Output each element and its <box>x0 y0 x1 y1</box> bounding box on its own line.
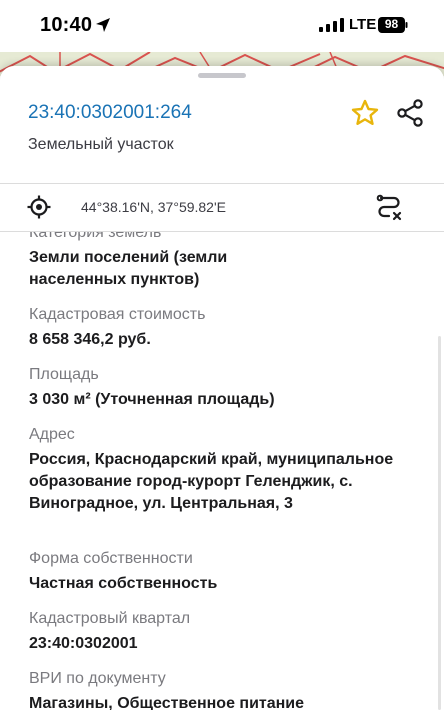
field-ownership-form: Форма собственности Частная собственност… <box>29 549 429 595</box>
field-label: Адрес <box>29 426 75 443</box>
field-land-category: Категория земель Земли поселений (земли … <box>29 232 429 291</box>
field-label: Категория земель <box>29 232 162 241</box>
field-value: Земли поселений (земли населенных пункто… <box>29 249 228 288</box>
object-type: Земельный участок <box>28 136 174 153</box>
coordinates-text[interactable]: 44°38.16'N, 37°59.82'E <box>81 199 226 215</box>
field-value: 23:40:0302001 <box>29 635 138 652</box>
cadastral-number[interactable]: 23:40:0302001:264 <box>28 102 192 124</box>
location-arrow-icon <box>96 18 110 32</box>
sheet-header: 23:40:0302001:264 Земельный участок <box>0 66 444 183</box>
field-value: Магазины, Общественное питание <box>29 695 305 710</box>
field-value: Частная собственность <box>29 575 218 592</box>
field-cadastral-value: Кадастровая стоимость 8 658 346,2 руб. <box>29 305 429 351</box>
status-time: 10:40 <box>40 14 93 36</box>
field-label: Площадь <box>29 366 99 383</box>
field-value: Россия, Краснодарский край, муниципально… <box>29 451 394 512</box>
field-label: ВРИ по документу <box>29 670 166 687</box>
status-bar: 10:40 LTE 98 <box>0 0 444 52</box>
route-icon[interactable] <box>374 193 404 223</box>
field-value: 3 030 м² (Уточненная площадь) <box>29 391 275 408</box>
battery-level: 98 <box>384 17 399 31</box>
field-label: Форма собственности <box>29 550 193 567</box>
coordinates-row[interactable]: 44°38.16'N, 37°59.82'E <box>0 184 444 231</box>
field-area: Площадь 3 030 м² (Уточненная площадь) <box>29 365 429 411</box>
field-label: Кадастровый квартал <box>29 610 191 627</box>
scrollbar[interactable] <box>438 336 441 710</box>
parcel-details-list[interactable]: Категория земель Земли поселений (земли … <box>0 232 444 710</box>
field-label: Кадастровая стоимость <box>29 306 206 323</box>
target-icon[interactable] <box>27 195 51 219</box>
network-type: LTE <box>349 16 377 33</box>
field-value: 8 658 346,2 руб. <box>29 331 151 348</box>
share-icon[interactable] <box>395 98 425 128</box>
field-cadastral-quarter: Кадастровый квартал 23:40:0302001 <box>29 609 429 655</box>
field-address: Адрес Россия, Краснодарский край, муници… <box>29 425 429 515</box>
parcel-info-sheet: 23:40:0302001:264 Земельный участок 44°3… <box>0 66 444 710</box>
star-icon[interactable] <box>350 98 380 128</box>
field-permitted-use: ВРИ по документу Магазины, Общественное … <box>29 669 429 710</box>
signal-strength-icon <box>319 18 344 32</box>
